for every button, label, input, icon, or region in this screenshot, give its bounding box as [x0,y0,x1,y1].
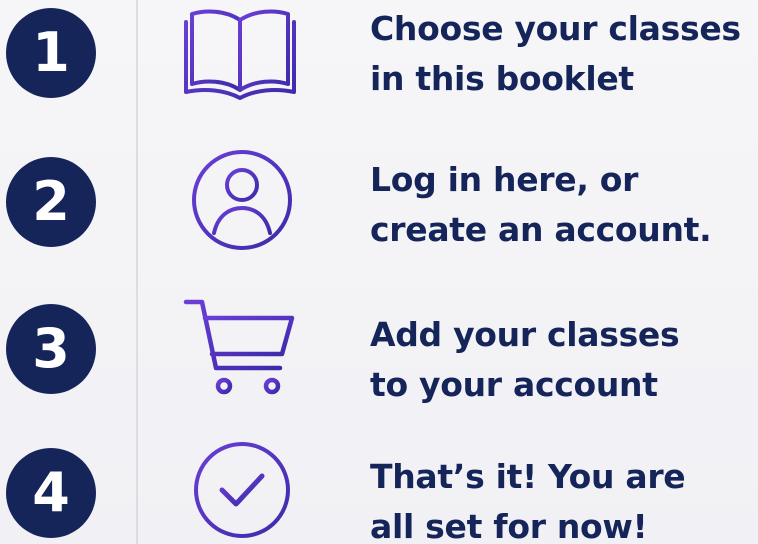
step-2-line-2: create an account. [370,210,712,249]
step-3-text: Add your classes to your account [370,310,758,410]
step-2-line-1: Log in here, or [370,160,639,199]
steps-page: 1 Choose your classes in this booklet 2 … [0,0,758,544]
step-number-2: 2 [6,157,96,247]
step-3-line-1: Add your classes [370,315,680,354]
step-number-4: 4 [6,448,96,538]
step-1-line-2: in this booklet [370,59,634,98]
step-1-text: Choose your classes in this booklet [370,4,758,104]
user-account-icon [180,145,300,255]
step-3-line-2: to your account [370,365,658,404]
step-number-3: 3 [6,304,96,394]
step-4-line-2: all set for now! [370,507,648,544]
step-4-line-1: That’s it! You are [370,457,686,496]
step-4: 4 That’s it! You are all set for now! [0,436,758,544]
open-book-icon [180,2,300,112]
step-2: 2 Log in here, or create an account. [0,145,758,265]
step-1: 1 Choose your classes in this booklet [0,0,758,120]
step-3: 3 Add your classes to your account [0,292,758,412]
checkmark-circle-icon [180,440,300,544]
step-4-text: That’s it! You are all set for now! [370,452,758,544]
step-2-text: Log in here, or create an account. [370,155,758,255]
step-number-1: 1 [6,8,96,98]
shopping-cart-icon [180,292,300,402]
step-1-line-1: Choose your classes [370,9,741,48]
